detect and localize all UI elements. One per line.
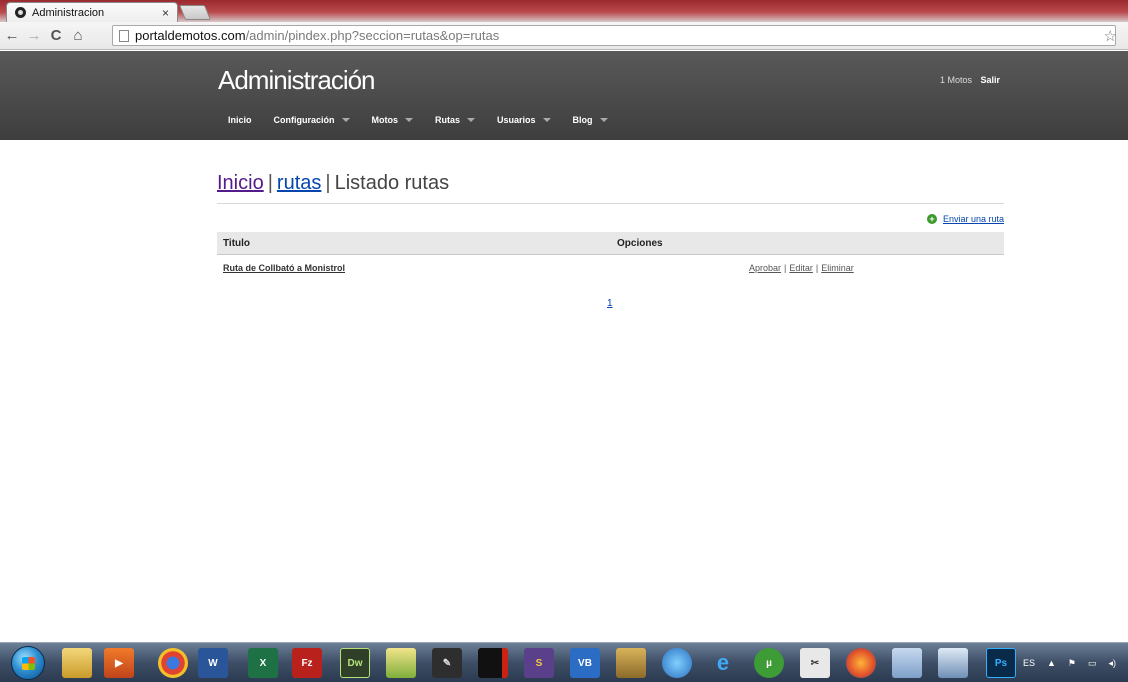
back-icon[interactable]: ← <box>2 27 22 44</box>
internet-explorer-icon[interactable]: e <box>708 648 738 678</box>
forward-icon[interactable]: → <box>24 27 44 44</box>
user-links: 1 Motos Salir <box>934 75 1000 85</box>
nav-item-usuarios[interactable]: Usuarios <box>497 115 551 125</box>
breadcrumb-home-link[interactable]: Inicio <box>217 172 264 194</box>
breadcrumb-current: Listado rutas <box>334 172 450 194</box>
terminal-icon[interactable] <box>478 648 508 678</box>
taskbar: ▶ W X Fz Dw ✎ S VB e µ ✂ Ps ES ▲ ⚑ ▭ ◂) <box>0 642 1128 682</box>
pagination: 1 <box>607 298 613 309</box>
firefox-icon[interactable] <box>846 648 876 678</box>
nav-label: Usuarios <box>497 115 536 125</box>
home-icon[interactable]: ⌂ <box>68 27 88 44</box>
main-nav: Inicio Configuración Motos Rutas Usuario… <box>228 115 630 125</box>
flag-icon[interactable]: ⚑ <box>1068 658 1076 669</box>
url-text: portaldemotos.com/admin/pindex.php?secci… <box>135 28 500 43</box>
table-row: Ruta de Collbató a Monistrol Aprobar | Edi… <box>217 255 1004 279</box>
brush-icon[interactable] <box>616 648 646 678</box>
edit-link[interactable]: Editar <box>789 263 813 273</box>
user-count-link[interactable]: 1 Motos <box>940 75 972 85</box>
system-tray: ES ▲ ⚑ ▭ ◂) <box>1023 643 1128 682</box>
browser-toolbar: ← → C ⌂ portaldemotos.com/admin/pindex.p… <box>0 22 1128 50</box>
volume-icon[interactable]: ◂) <box>1108 658 1116 669</box>
page-icon <box>119 29 129 42</box>
network-tray-icon[interactable]: ▭ <box>1088 658 1097 669</box>
route-title-link[interactable]: Ruta de Collbató a Monistrol <box>223 263 345 273</box>
word-icon[interactable]: W <box>198 648 228 678</box>
utorrent-icon[interactable]: µ <box>754 648 784 678</box>
nav-label: Inicio <box>228 115 252 125</box>
filezilla-icon[interactable]: Fz <box>292 648 322 678</box>
chevron-down-icon <box>467 118 476 122</box>
notepad-icon[interactable] <box>386 648 416 678</box>
paint-icon[interactable] <box>892 648 922 678</box>
admin-header: Administración 1 Motos Salir Inicio Conf… <box>0 51 1128 140</box>
bookmark-star-icon[interactable]: ☆ <box>1104 27 1117 45</box>
nav-label: Rutas <box>435 115 461 125</box>
brand-title[interactable]: Administración <box>218 65 376 96</box>
network-icon[interactable] <box>662 648 692 678</box>
chevron-down-icon <box>405 118 414 122</box>
site-favicon-icon <box>15 7 26 18</box>
table-header: Titulo Opciones <box>217 232 1004 255</box>
dreamweaver-icon[interactable]: Dw <box>340 648 370 678</box>
start-button-icon[interactable] <box>11 646 45 680</box>
browser-tab[interactable]: Administracion × <box>6 2 178 22</box>
tab-close-icon[interactable]: × <box>162 6 169 20</box>
breadcrumb: Inicio | rutas | Listado rutas <box>217 172 449 195</box>
excel-icon[interactable]: X <box>248 648 278 678</box>
page-link[interactable]: 1 <box>607 298 613 309</box>
breadcrumb-separator: | <box>325 172 331 194</box>
logout-link[interactable]: Salir <box>980 75 1000 85</box>
new-tab-button[interactable] <box>178 5 212 20</box>
action-separator: | <box>815 263 819 273</box>
nav-item-rutas[interactable]: Rutas <box>435 115 476 125</box>
approve-link[interactable]: Aprobar <box>749 263 781 273</box>
nav-label: Configuración <box>273 115 335 125</box>
chevron-down-icon <box>542 118 551 122</box>
sublime-icon[interactable]: S <box>524 648 554 678</box>
inkscape-icon[interactable]: ✎ <box>432 648 462 678</box>
breadcrumb-separator: | <box>267 172 273 194</box>
nav-item-inicio[interactable]: Inicio <box>228 115 252 125</box>
chevron-down-icon <box>341 118 350 122</box>
explorer-icon[interactable] <box>62 648 92 678</box>
photoshop-icon[interactable]: Ps <box>986 648 1016 678</box>
action-separator: | <box>784 263 787 273</box>
send-route-link[interactable]: Enviar una ruta <box>943 214 1004 224</box>
nav-label: Blog <box>572 115 593 125</box>
chevron-down-icon <box>599 118 608 122</box>
column-header-options: Opciones <box>617 238 663 249</box>
row-actions: Aprobar | Editar | Eliminar <box>749 263 854 273</box>
delete-link[interactable]: Eliminar <box>821 263 854 273</box>
nav-item-motos[interactable]: Motos <box>372 115 414 125</box>
nav-item-blog[interactable]: Blog <box>573 115 608 125</box>
routes-table: Titulo Opciones Ruta de Collbató a Monis… <box>217 232 1004 279</box>
language-indicator[interactable]: ES <box>1023 658 1035 668</box>
virtualbox-icon[interactable]: VB <box>570 648 600 678</box>
browser-tabstrip: Administracion × <box>0 0 1128 22</box>
window-icon[interactable] <box>938 648 968 678</box>
chevron-up-icon[interactable]: ▲ <box>1047 658 1056 668</box>
nav-label: Motos <box>371 115 399 125</box>
breadcrumb-section-link[interactable]: rutas <box>277 172 321 194</box>
nav-item-configuracion[interactable]: Configuración <box>274 115 350 125</box>
address-bar[interactable]: portaldemotos.com/admin/pindex.php?secci… <box>112 25 1117 46</box>
reload-icon[interactable]: C <box>46 27 66 44</box>
media-player-icon[interactable]: ▶ <box>104 648 134 678</box>
divider <box>217 203 1004 204</box>
chrome-icon[interactable] <box>158 648 188 678</box>
send-route-action: + Enviar una ruta <box>926 214 1004 224</box>
tab-title: Administracion <box>32 6 105 19</box>
column-header-title: Titulo <box>223 238 251 249</box>
snipping-icon[interactable]: ✂ <box>800 648 830 678</box>
add-circle-icon[interactable]: + <box>926 214 937 224</box>
